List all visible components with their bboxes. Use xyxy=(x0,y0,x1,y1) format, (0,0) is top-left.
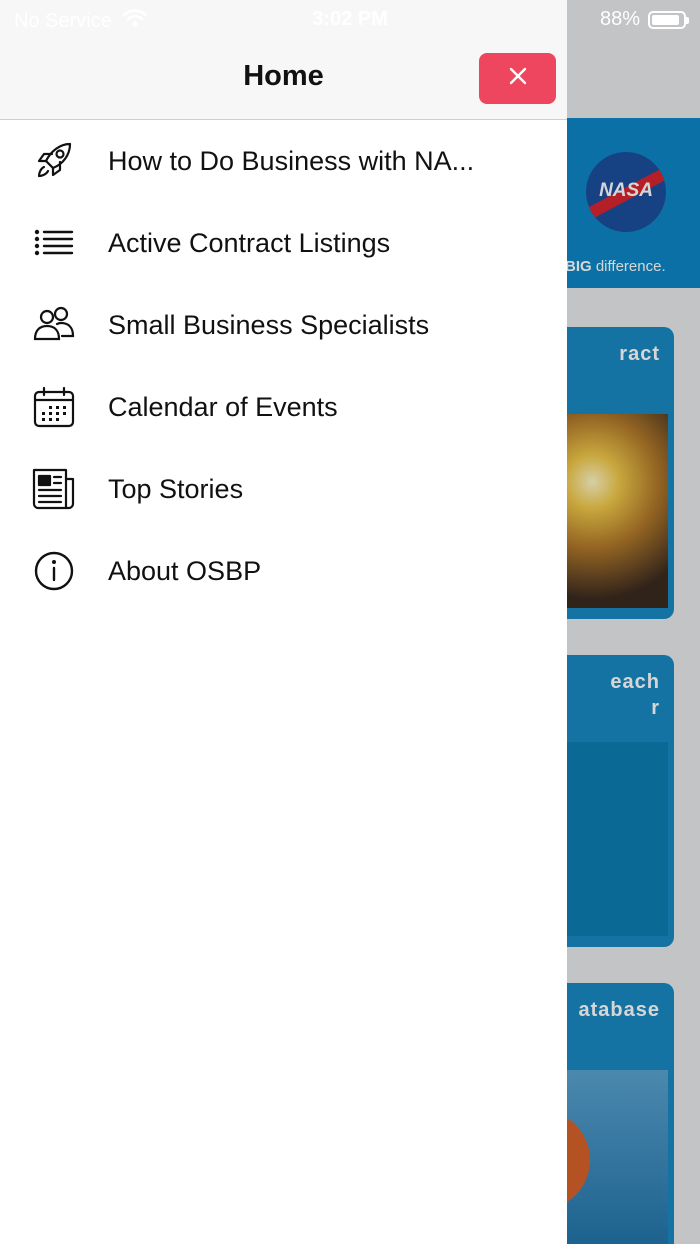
drawer-menu: How to Do Business with NA... Active Con… xyxy=(0,120,567,612)
newspaper-icon xyxy=(32,467,76,511)
rocket-icon xyxy=(32,139,76,183)
info-icon xyxy=(32,549,76,593)
menu-item-business[interactable]: How to Do Business with NA... xyxy=(0,120,567,202)
list-icon xyxy=(32,221,76,265)
menu-item-specialists[interactable]: Small Business Specialists xyxy=(0,284,567,366)
people-icon xyxy=(32,303,76,347)
menu-item-label: Calendar of Events xyxy=(108,392,338,422)
menu-item-label: Small Business Specialists xyxy=(108,310,430,340)
menu-item-calendar[interactable]: Calendar of Events xyxy=(0,366,567,448)
menu-item-label: Active Contract Listings xyxy=(108,228,391,258)
menu-item-label: Top Stories xyxy=(108,474,244,504)
status-bar: No Service 3:02 PM 88% xyxy=(0,0,700,40)
menu-item-label: About OSBP xyxy=(108,556,262,586)
close-button[interactable] xyxy=(479,53,556,104)
battery-icon xyxy=(648,10,689,29)
calendar-icon xyxy=(32,385,76,429)
menu-item-stories[interactable]: Top Stories xyxy=(0,448,567,530)
status-time: 3:02 PM xyxy=(312,8,388,30)
menu-item-contracts[interactable]: Active Contract Listings xyxy=(0,202,567,284)
battery-percent: 88% xyxy=(599,8,640,30)
menu-item-label: How to Do Business with NA... xyxy=(108,146,475,176)
menu-item-about[interactable]: About OSBP xyxy=(0,530,567,612)
side-drawer: Home How to Do Business with NA... Activ… xyxy=(0,0,567,1244)
close-icon xyxy=(508,66,528,91)
